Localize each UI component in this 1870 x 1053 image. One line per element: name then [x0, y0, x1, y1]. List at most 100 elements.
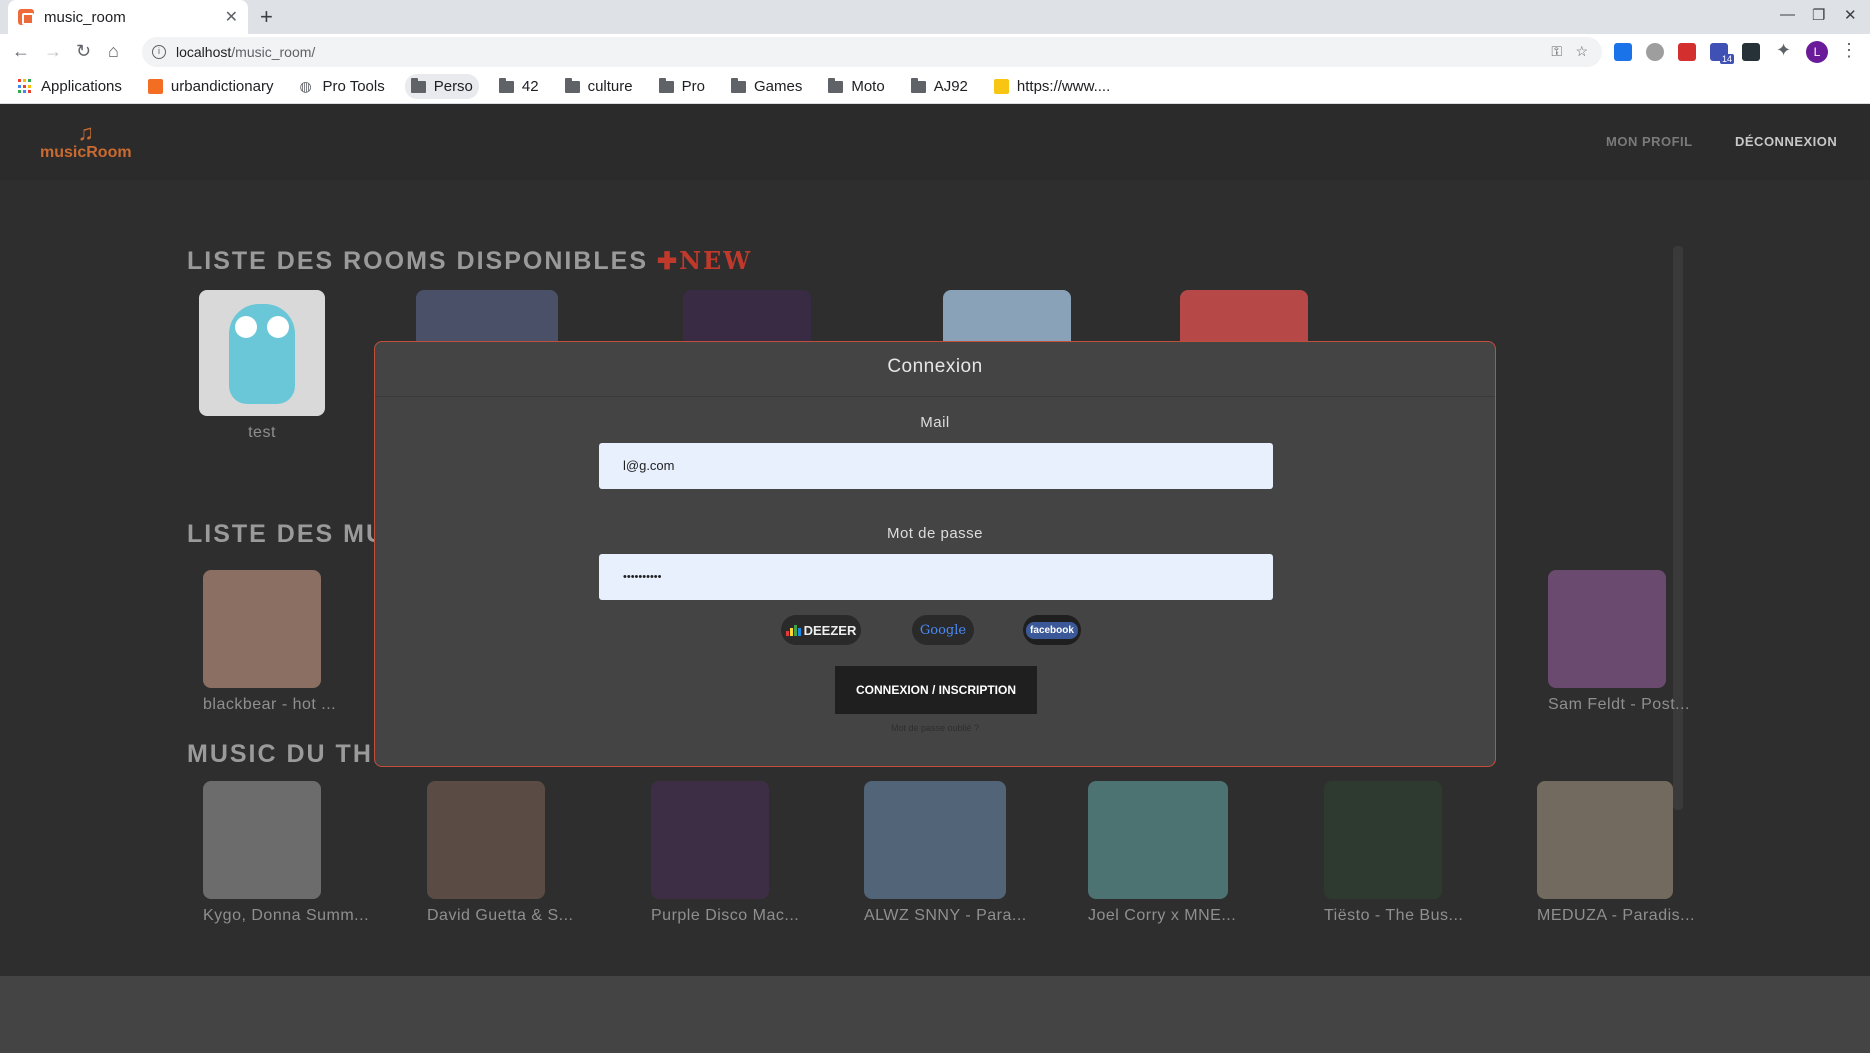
new-room-button[interactable]: ✚NEW	[657, 246, 752, 275]
password-label: Mot de passe	[886, 525, 984, 542]
address-bar[interactable]: i localhost/music_room/ ⚿ ☆	[142, 37, 1602, 67]
site-favicon-icon	[18, 9, 34, 25]
rooms-section-title: LISTE DES ROOMS DISPONIBLES ✚NEW	[187, 246, 752, 276]
card-label: ALWZ SNNY - Para...	[864, 907, 1027, 924]
folder-icon	[564, 77, 580, 93]
close-tab-icon[interactable]: ✕	[225, 7, 238, 27]
modal-divider	[375, 396, 1495, 397]
extension-icon-1[interactable]	[1614, 43, 1632, 61]
key-icon[interactable]: ⚿	[1551, 43, 1562, 60]
deezer-bars-icon	[785, 624, 801, 636]
restore-icon[interactable]: ❐	[1812, 6, 1825, 24]
theme-card[interactable]: MEDUZA - Paradis...	[1537, 781, 1695, 925]
profile-avatar[interactable]: L	[1806, 41, 1828, 63]
bookmark-label: Pro	[681, 78, 705, 95]
url-host: localhost	[176, 44, 232, 60]
extension-badge: 14	[1720, 54, 1735, 64]
menu-kebab-icon[interactable]: ⋮	[1840, 40, 1858, 61]
bookmark-item[interactable]: Moto	[822, 74, 890, 99]
reload-icon[interactable]: ↻	[76, 41, 91, 62]
theme-card[interactable]: Tiësto - The Bus...	[1324, 781, 1463, 925]
apps-icon	[18, 79, 33, 94]
theme-card[interactable]: Joel Corry x MNE...	[1088, 781, 1237, 925]
cover-image	[1537, 781, 1673, 899]
extensions-puzzle-icon[interactable]: ✦	[1776, 40, 1791, 61]
folder-icon	[910, 77, 926, 93]
google-login-button[interactable]: Google	[912, 615, 974, 645]
pen-icon	[993, 79, 1009, 94]
theme-card[interactable]: David Guetta & S...	[427, 781, 574, 925]
folder-icon	[658, 77, 674, 93]
close-window-icon[interactable]: ✕	[1844, 6, 1857, 24]
minimize-icon[interactable]: —	[1780, 6, 1795, 23]
musics-card[interactable]: Sam Feldt - Post...	[1548, 570, 1690, 714]
musics-card[interactable]: blackbear - hot ...	[203, 570, 337, 714]
theme-card[interactable]: Purple Disco Mac...	[651, 781, 799, 925]
cover-image	[203, 570, 321, 688]
bookmark-label: Games	[753, 78, 803, 95]
login-modal: Connexion Mail l@g.com Mot de passe ••••…	[374, 341, 1496, 767]
theme-card[interactable]: Kygo, Donna Summ...	[203, 781, 370, 925]
card-label: Sam Feldt - Post...	[1548, 696, 1690, 713]
nav-logout[interactable]: DÉCONNEXION	[1735, 134, 1837, 149]
home-icon[interactable]: ⌂	[108, 41, 119, 62]
bookmark-item[interactable]: Applications	[12, 74, 128, 99]
login-signup-button[interactable]: CONNEXION / INSCRIPTION	[835, 666, 1037, 714]
card-label: Kygo, Donna Summ...	[203, 907, 370, 924]
bookmark-item[interactable]: https://www....	[988, 74, 1116, 99]
adblock-icon[interactable]	[1646, 43, 1664, 61]
deezer-login-button[interactable]: DEEZER	[781, 615, 861, 645]
react-devtools-icon[interactable]	[1742, 43, 1760, 61]
musics-section-title: LISTE DES MU	[187, 520, 387, 548]
mail-label: Mail	[920, 414, 950, 431]
page-scrollbar[interactable]	[1673, 246, 1683, 810]
bookmark-star-icon[interactable]: ☆	[1575, 43, 1588, 60]
cover-image	[1088, 781, 1228, 899]
globe-icon: ◍	[299, 78, 312, 94]
card-label: blackbear - hot ...	[203, 696, 337, 713]
facebook-login-button[interactable]: facebook	[1023, 615, 1081, 645]
back-icon[interactable]: ←	[12, 41, 30, 62]
rooms-card[interactable]: test	[199, 290, 325, 442]
card-label: David Guetta & S...	[427, 907, 574, 924]
facebook-label: facebook	[1026, 621, 1078, 639]
card-label: test	[248, 424, 276, 441]
bookmark-label: urbandictionary	[170, 78, 274, 95]
music-room-logo[interactable]: ♫ musicRoom	[40, 122, 132, 162]
theme-card[interactable]: ALWZ SNNY - Para...	[864, 781, 1027, 925]
bookmark-item[interactable]: Games	[725, 74, 808, 99]
bookmark-item[interactable]: AJ92	[905, 74, 974, 99]
card-label: MEDUZA - Paradis...	[1537, 907, 1695, 924]
bookmark-label: Perso	[433, 78, 473, 95]
cover-image	[1548, 570, 1666, 688]
nav-my-profile[interactable]: MON PROFIL	[1606, 134, 1693, 149]
folder-icon	[730, 77, 746, 93]
deezer-label: DEEZER	[803, 622, 857, 638]
bookmark-item[interactable]: ◍ Pro Tools	[293, 74, 390, 99]
forgot-password-link[interactable]: Mot de passe oublié ?	[375, 723, 1495, 733]
bookmark-label: culture	[587, 78, 633, 95]
gopher-mascot-icon	[229, 304, 295, 404]
browser-tab-bar: music_room ✕ + — ❐ ✕	[0, 0, 1870, 34]
forward-icon[interactable]: →	[44, 41, 62, 62]
bookmark-item[interactable]: Pro	[653, 74, 711, 99]
password-input[interactable]: ••••••••••	[599, 554, 1273, 600]
music-note-icon: ♫	[77, 120, 95, 145]
extension-icon-3[interactable]	[1678, 43, 1696, 61]
folder-icon	[498, 77, 514, 93]
folder-icon	[410, 77, 426, 93]
page-footer	[0, 976, 1870, 1053]
bookmark-label: AJ92	[933, 78, 968, 95]
site-info-icon[interactable]: i	[152, 45, 166, 59]
card-label: Joel Corry x MNE...	[1088, 907, 1237, 924]
bookmark-item[interactable]: urbandictionary	[142, 74, 280, 99]
new-tab-icon[interactable]: +	[260, 4, 273, 30]
bookmarks-bar: Applications urbandictionary ◍ Pro Tools Per…	[0, 70, 1870, 104]
bookmark-item[interactable]: 42	[493, 74, 545, 99]
bookmark-item[interactable]: Perso	[404, 74, 479, 99]
cover-image	[864, 781, 1006, 899]
bookmark-item[interactable]: culture	[559, 74, 639, 99]
mail-input[interactable]: l@g.com	[599, 443, 1273, 489]
modal-title: Connexion	[887, 356, 983, 377]
browser-tab[interactable]: music_room ✕	[8, 0, 248, 34]
